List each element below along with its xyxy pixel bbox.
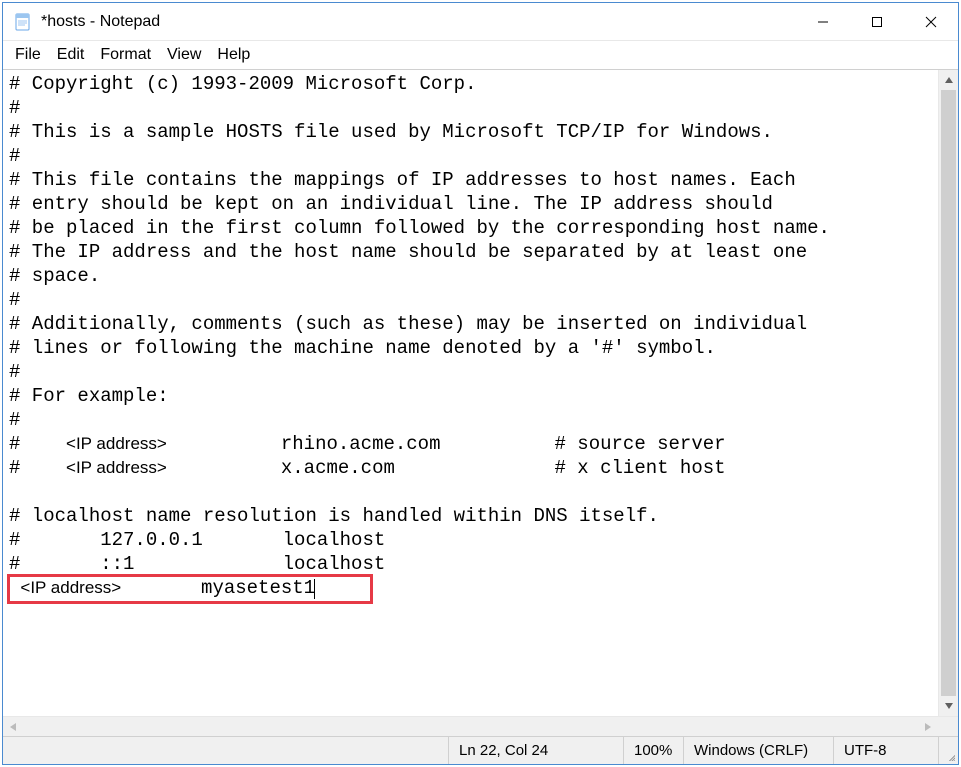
- menubar: File Edit Format View Help: [3, 41, 958, 69]
- horizontal-scrollbar[interactable]: [3, 716, 958, 736]
- editor-area: # Copyright (c) 1993-2009 Microsoft Corp…: [3, 69, 958, 736]
- status-encoding: UTF-8: [833, 737, 938, 764]
- close-button[interactable]: [904, 3, 958, 40]
- window-controls: [796, 3, 958, 40]
- maximize-button[interactable]: [850, 3, 904, 40]
- ip-placeholder: <IP address>: [20, 578, 121, 597]
- menu-format[interactable]: Format: [92, 44, 159, 66]
- scroll-left-icon[interactable]: [3, 717, 23, 736]
- ip-placeholder: <IP address>: [66, 434, 167, 453]
- statusbar: Ln 22, Col 24 100% Windows (CRLF) UTF-8: [3, 736, 958, 764]
- status-position: Ln 22, Col 24: [448, 737, 623, 764]
- scroll-up-icon[interactable]: [939, 70, 958, 90]
- vertical-scrollbar[interactable]: [938, 70, 958, 716]
- ip-placeholder: <IP address>: [66, 458, 167, 477]
- status-zoom: 100%: [623, 737, 683, 764]
- status-line-endings: Windows (CRLF): [683, 737, 833, 764]
- resize-grip[interactable]: [938, 737, 958, 764]
- scroll-right-icon[interactable]: [918, 717, 938, 736]
- scroll-down-icon[interactable]: [939, 696, 958, 716]
- text-editor[interactable]: # Copyright (c) 1993-2009 Microsoft Corp…: [3, 70, 938, 716]
- window-title: *hosts - Notepad: [41, 13, 796, 31]
- menu-edit[interactable]: Edit: [49, 44, 93, 66]
- text-caret: [314, 579, 315, 599]
- scrollbar-thumb[interactable]: [941, 90, 956, 696]
- notepad-icon: [13, 12, 33, 32]
- menu-file[interactable]: File: [7, 44, 49, 66]
- titlebar: *hosts - Notepad: [3, 3, 958, 41]
- menu-view[interactable]: View: [159, 44, 209, 66]
- notepad-window: *hosts - Notepad File Edit Format View H…: [2, 2, 959, 765]
- menu-help[interactable]: Help: [209, 44, 258, 66]
- minimize-button[interactable]: [796, 3, 850, 40]
